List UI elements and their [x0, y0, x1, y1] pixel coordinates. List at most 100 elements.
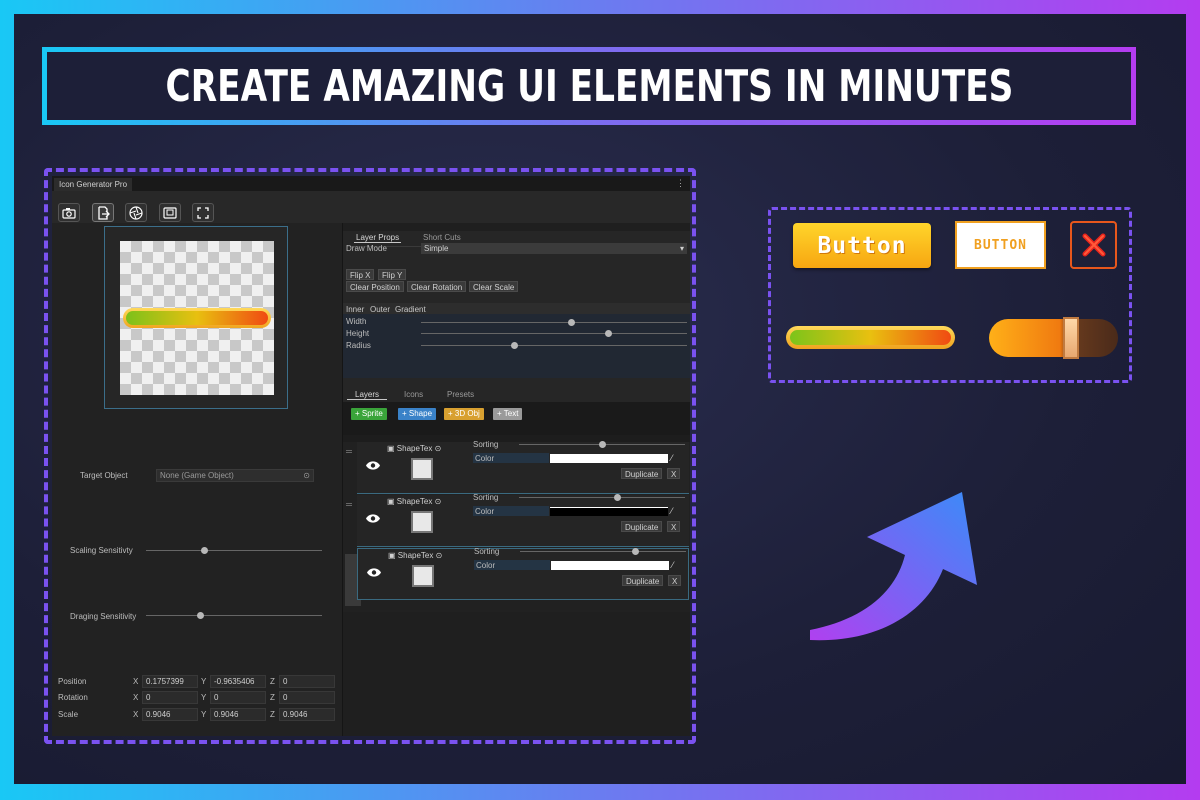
rotation-y-field[interactable]: 0: [210, 691, 266, 704]
tab-layers[interactable]: Layers: [347, 390, 388, 400]
remove-layer-button[interactable]: X: [668, 575, 682, 586]
object-picker-icon[interactable]: ⊙: [303, 471, 310, 480]
height-slider[interactable]: [421, 330, 687, 337]
target-object-field[interactable]: None (Game Object) ⊙: [156, 469, 314, 482]
drag-handle-icon[interactable]: [346, 450, 352, 453]
icon-preview[interactable]: [104, 226, 288, 409]
layer-thumbnail[interactable]: [411, 511, 433, 533]
position-y-field[interactable]: -0.9635406: [210, 675, 266, 688]
tab-outer[interactable]: Outer: [370, 305, 390, 314]
draw-mode-select[interactable]: Simple ▾: [421, 243, 687, 254]
tab-inner[interactable]: Inner: [346, 305, 364, 314]
slider-knob[interactable]: [605, 330, 612, 337]
scale-y-field[interactable]: 0.9046: [210, 708, 266, 721]
layer-row[interactable]: ▣ ShapeTex ⊙ Sorting Color ⁄ Duplicate X: [357, 440, 689, 494]
window-tab[interactable]: Icon Generator Pro: [54, 178, 133, 191]
kebab-menu-icon[interactable]: ⋮: [676, 178, 685, 189]
rotation-x-field[interactable]: 0: [142, 691, 198, 704]
progress-bar: [786, 326, 955, 349]
layer-props-section: Layer Props Short Cuts Draw Mode Simple …: [343, 231, 690, 386]
sorting-label: Sorting: [473, 493, 499, 502]
layer-row[interactable]: ▣ ShapeTex ⊙ Sorting Color ⁄ Duplicate X: [357, 493, 689, 547]
tab-gradient[interactable]: Gradient: [395, 305, 426, 314]
eyedropper-icon[interactable]: ⁄: [672, 560, 674, 570]
add-text-button[interactable]: + Text: [493, 408, 523, 420]
axis-z-label: Z: [270, 677, 275, 686]
rotation-z-field[interactable]: 0: [279, 691, 335, 704]
toolbar: [52, 191, 690, 223]
eye-icon[interactable]: [366, 567, 382, 578]
slider-knob[interactable]: [201, 547, 208, 554]
layer-thumbnail[interactable]: [411, 458, 433, 480]
slider-knob[interactable]: [614, 494, 621, 501]
position-x-field[interactable]: 0.1757399: [142, 675, 198, 688]
camera-icon[interactable]: [58, 203, 80, 222]
add-shape-button[interactable]: + Shape: [398, 408, 437, 420]
radius-slider[interactable]: [421, 342, 687, 349]
right-pane: Layer Props Short Cuts Draw Mode Simple …: [342, 223, 690, 736]
slider-knob[interactable]: [568, 319, 575, 326]
sorting-slider[interactable]: [519, 441, 685, 448]
add-3d-object-button[interactable]: + 3D Obj: [444, 408, 484, 420]
white-button[interactable]: BUTTON: [955, 221, 1046, 269]
radius-label: Radius: [346, 341, 371, 350]
eye-icon[interactable]: [365, 513, 381, 524]
position-z-field[interactable]: 0: [279, 675, 335, 688]
width-slider[interactable]: [421, 319, 687, 326]
layer-name: ▣ ShapeTex ⊙: [388, 551, 443, 560]
close-x-icon[interactable]: [1070, 221, 1117, 269]
layer-thumbnail[interactable]: [412, 565, 434, 587]
flip-x-button[interactable]: Flip X: [346, 269, 375, 280]
color-swatch[interactable]: [551, 561, 669, 570]
banner-title: CREATE AMAZING UI ELEMENTS IN MINUTES: [165, 60, 1013, 112]
scaling-sensitivity-slider[interactable]: [146, 547, 322, 554]
flip-y-button[interactable]: Flip Y: [378, 269, 407, 280]
scale-x-field[interactable]: 0.9046: [142, 708, 198, 721]
title-banner: CREATE AMAZING UI ELEMENTS IN MINUTES: [42, 47, 1136, 125]
sorting-slider[interactable]: [520, 548, 686, 555]
duplicate-button[interactable]: Duplicate: [622, 575, 664, 586]
sorting-slider[interactable]: [519, 494, 685, 501]
window-titlebar: Icon Generator Pro ⋮: [52, 176, 690, 191]
clear-rotation-button[interactable]: Clear Rotation: [407, 281, 467, 292]
aperture-icon[interactable]: [125, 203, 147, 222]
slider-handle[interactable]: [1063, 317, 1079, 359]
color-label: Color: [475, 454, 495, 463]
clear-scale-button[interactable]: Clear Scale: [469, 281, 519, 292]
axis-x-label: X: [133, 677, 139, 686]
slider-knob[interactable]: [632, 548, 639, 555]
axis-x-label: X: [133, 693, 139, 702]
add-sprite-button[interactable]: + Sprite: [351, 408, 387, 420]
axis-y-label: Y: [201, 710, 207, 719]
axis-y-label: Y: [201, 677, 207, 686]
remove-layer-button[interactable]: X: [667, 521, 681, 532]
export-icon[interactable]: [92, 203, 114, 222]
tab-presets[interactable]: Presets: [447, 390, 474, 399]
eye-icon[interactable]: [365, 460, 381, 471]
remove-layer-button[interactable]: X: [667, 468, 681, 479]
layer-row[interactable]: ▣ ShapeTex ⊙ Sorting Color ⁄ Duplicate X: [357, 547, 689, 600]
color-label: Color: [475, 507, 495, 516]
slider-knob[interactable]: [511, 342, 518, 349]
frame-icon[interactable]: [159, 203, 181, 222]
yellow-button[interactable]: Button: [793, 223, 931, 268]
slider-knob[interactable]: [599, 441, 606, 448]
fullscreen-icon[interactable]: [192, 203, 214, 222]
scale-z-field[interactable]: 0.9046: [279, 708, 335, 721]
drag-handle-icon[interactable]: [346, 503, 352, 506]
eyedropper-icon[interactable]: ⁄: [671, 453, 673, 463]
rotation-label: Rotation: [58, 693, 88, 702]
dragging-sensitivity-slider[interactable]: [146, 612, 322, 619]
tab-layer-props[interactable]: Layer Props: [354, 233, 402, 243]
color-swatch[interactable]: [550, 507, 668, 516]
chevron-down-icon: ▾: [679, 244, 684, 253]
orange-slider[interactable]: [989, 317, 1118, 359]
duplicate-button[interactable]: Duplicate: [621, 468, 663, 479]
duplicate-button[interactable]: Duplicate: [621, 521, 663, 532]
tab-short-cuts[interactable]: Short Cuts: [423, 233, 461, 242]
tab-icons[interactable]: Icons: [404, 390, 423, 399]
color-swatch[interactable]: [550, 454, 668, 463]
slider-knob[interactable]: [197, 612, 204, 619]
eyedropper-icon[interactable]: ⁄: [671, 506, 673, 516]
clear-position-button[interactable]: Clear Position: [346, 281, 404, 292]
